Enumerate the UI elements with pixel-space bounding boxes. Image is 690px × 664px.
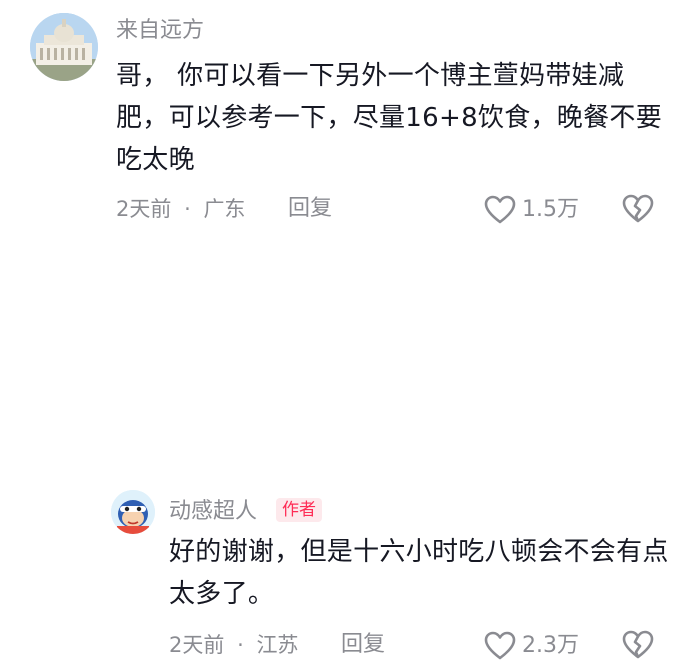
dislike-button[interactable]	[622, 630, 654, 664]
comment-time: 2天前	[169, 633, 225, 657]
comment-time: 2天前	[116, 197, 172, 221]
author-badge: 作者	[276, 498, 322, 522]
comment-location: 江苏	[256, 633, 299, 657]
comment-text: 哥， 你可以看一下另外一个博主萱妈带娃减肥，可以参考一下，尽量16+8饮食，晚餐…	[116, 61, 663, 175]
broken-heart-icon	[622, 630, 654, 659]
comment-meta: 2天前 · 广东	[116, 195, 245, 223]
avatar[interactable]	[30, 13, 98, 81]
comment-location: 广东	[203, 197, 246, 221]
broken-heart-icon	[622, 194, 654, 223]
comment-meta: 2天前 · 江苏	[169, 631, 298, 659]
like-count: 2.3万	[522, 633, 579, 658]
like-button[interactable]: 2.3万	[484, 631, 579, 661]
reply-comment-item: 动感超人 作者 好的谢谢，但是十六小时吃八顿会不会有点太多了。 2天前 · 江苏…	[0, 240, 690, 660]
meta-separator: ·	[184, 197, 191, 221]
heart-outline-icon	[484, 631, 516, 660]
avatar-building-image	[30, 13, 98, 81]
avatar-cartoon-image	[111, 490, 155, 534]
username[interactable]: 来自远方	[116, 17, 204, 45]
comment-text: 好的谢谢，但是十六小时吃八顿会不会有点太多了。	[169, 537, 669, 609]
like-button[interactable]: 1.5万	[484, 195, 579, 225]
comment-item: 来自远方 哥， 你可以看一下另外一个博主萱妈带娃减肥，可以参考一下，尽量16+8…	[0, 0, 690, 232]
heart-outline-icon	[484, 195, 516, 224]
dislike-button[interactable]	[622, 194, 654, 228]
avatar[interactable]	[111, 490, 155, 534]
meta-separator: ·	[237, 633, 244, 657]
username[interactable]: 动感超人	[169, 498, 257, 526]
reply-button[interactable]: 回复	[288, 195, 332, 223]
like-count: 1.5万	[522, 197, 579, 222]
reply-button[interactable]: 回复	[341, 631, 385, 659]
